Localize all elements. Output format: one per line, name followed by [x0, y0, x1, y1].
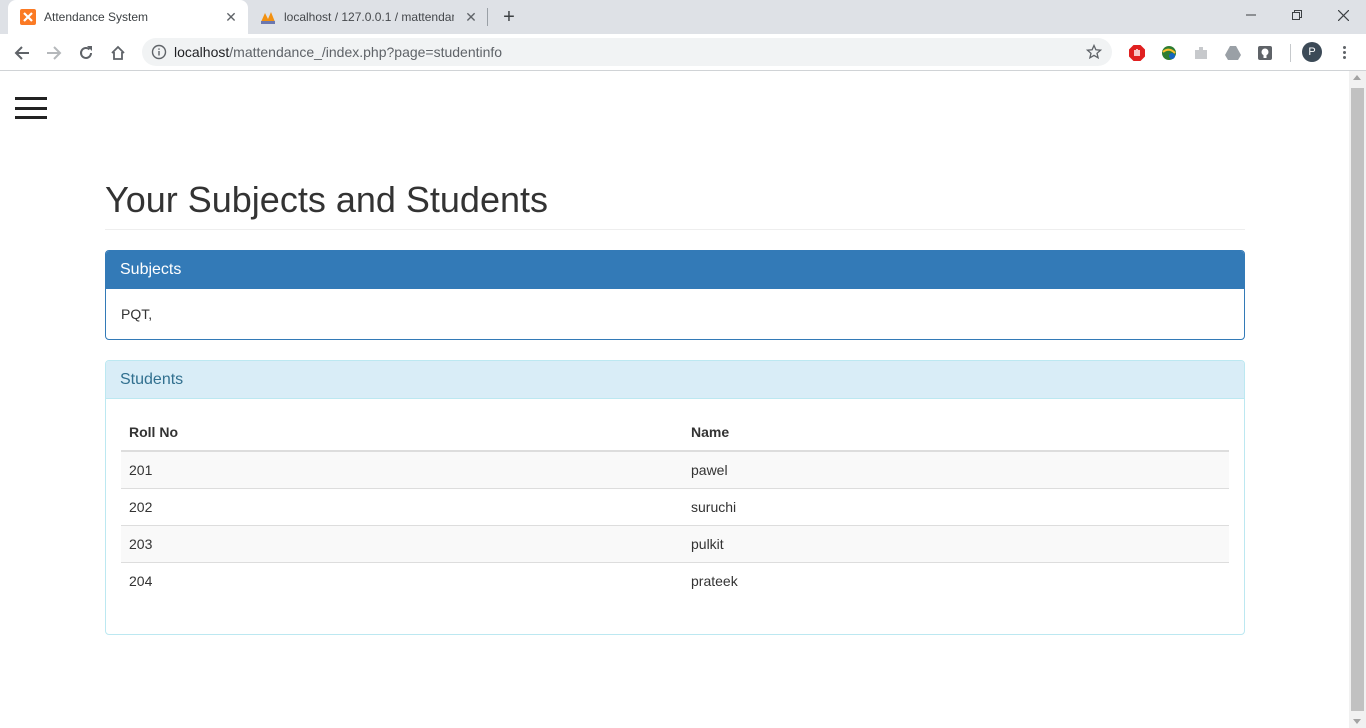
minimize-icon[interactable]	[1228, 0, 1274, 30]
puzzle-extension-icon[interactable]	[1191, 43, 1211, 63]
reload-icon[interactable]	[74, 41, 98, 65]
forward-arrow-icon[interactable]	[42, 41, 66, 65]
hamburger-menu-icon[interactable]	[15, 97, 47, 119]
students-table: Roll No Name 201 pawel 202 suruchi 203 p…	[121, 414, 1229, 599]
address-bar[interactable]: localhost/mattendance_/index.php?page=st…	[142, 38, 1112, 66]
browser-toolbar: localhost/mattendance_/index.php?page=st…	[0, 34, 1366, 71]
table-row: 201 pawel	[121, 450, 1229, 488]
toolbar-divider	[1290, 44, 1291, 62]
roll-no-cell: 202	[121, 487, 683, 525]
tab-title: Attendance System	[44, 10, 149, 24]
students-panel-heading: Students	[106, 361, 1244, 399]
students-panel-body: Roll No Name 201 pawel 202 suruchi 203 p…	[106, 399, 1244, 614]
column-header-roll-no: Roll No	[121, 414, 683, 452]
back-arrow-icon[interactable]	[10, 41, 34, 65]
phpmyadmin-icon	[260, 9, 276, 25]
tab-attendance-system[interactable]: Attendance System ✕	[8, 0, 248, 34]
student-name-cell: suruchi	[683, 487, 1229, 525]
subjects-panel: Subjects PQT,	[105, 250, 1245, 340]
restore-icon[interactable]	[1274, 0, 1320, 30]
page-viewport: Your Subjects and Students Subjects PQT,…	[0, 71, 1349, 728]
student-name-cell: prateek	[683, 561, 1229, 599]
url-host: localhost	[174, 44, 230, 60]
scrollbar-thumb[interactable]	[1351, 88, 1364, 711]
drive-extension-icon[interactable]	[1223, 43, 1243, 63]
info-icon[interactable]	[151, 44, 167, 60]
bulb-extension-icon[interactable]	[1255, 43, 1275, 63]
scroll-up-arrow-icon[interactable]	[1353, 75, 1361, 80]
students-panel: Students Roll No Name 201 pawel 202 suru…	[105, 360, 1245, 635]
subjects-list: PQT,	[121, 306, 153, 322]
xampp-icon	[20, 9, 36, 25]
page-scrollbar[interactable]	[1349, 71, 1366, 728]
tab-separator	[487, 8, 488, 26]
new-tab-icon[interactable]: +	[498, 6, 520, 28]
table-row: 204 prateek	[121, 561, 1229, 599]
url-text: localhost/mattendance_/index.php?page=st…	[174, 44, 502, 60]
tab-title: localhost / 127.0.0.1 / mattendance	[284, 10, 454, 24]
column-header-name: Name	[683, 414, 1229, 452]
adblock-icon[interactable]	[1127, 43, 1147, 63]
roll-no-cell: 201	[121, 450, 683, 488]
subjects-panel-heading: Subjects	[106, 251, 1244, 289]
close-icon[interactable]: ✕	[224, 10, 238, 24]
bookmark-star-icon[interactable]	[1085, 43, 1103, 60]
browser-tab-strip: Attendance System ✕ localhost / 127.0.0.…	[0, 0, 1366, 34]
profile-avatar[interactable]: P	[1302, 42, 1322, 62]
browser-menu-icon[interactable]	[1334, 42, 1354, 62]
table-row: 203 pulkit	[121, 524, 1229, 562]
table-header-row: Roll No Name	[121, 414, 1229, 452]
page-title: Your Subjects and Students	[105, 179, 548, 220]
title-divider	[105, 229, 1245, 230]
url-path: /mattendance_/index.php?page=studentinfo	[229, 44, 503, 60]
student-name-cell: pawel	[683, 450, 1229, 488]
close-window-icon[interactable]	[1320, 0, 1366, 30]
scroll-down-arrow-icon[interactable]	[1353, 719, 1361, 724]
home-icon[interactable]	[106, 41, 130, 65]
roll-no-cell: 204	[121, 561, 683, 599]
roll-no-cell: 203	[121, 524, 683, 562]
table-row: 202 suruchi	[121, 487, 1229, 525]
tab-phpmyadmin[interactable]: localhost / 127.0.0.1 / mattendance ✕	[248, 0, 488, 34]
close-icon[interactable]: ✕	[464, 10, 478, 24]
student-name-cell: pulkit	[683, 524, 1229, 562]
globe-extension-icon[interactable]	[1159, 43, 1179, 63]
